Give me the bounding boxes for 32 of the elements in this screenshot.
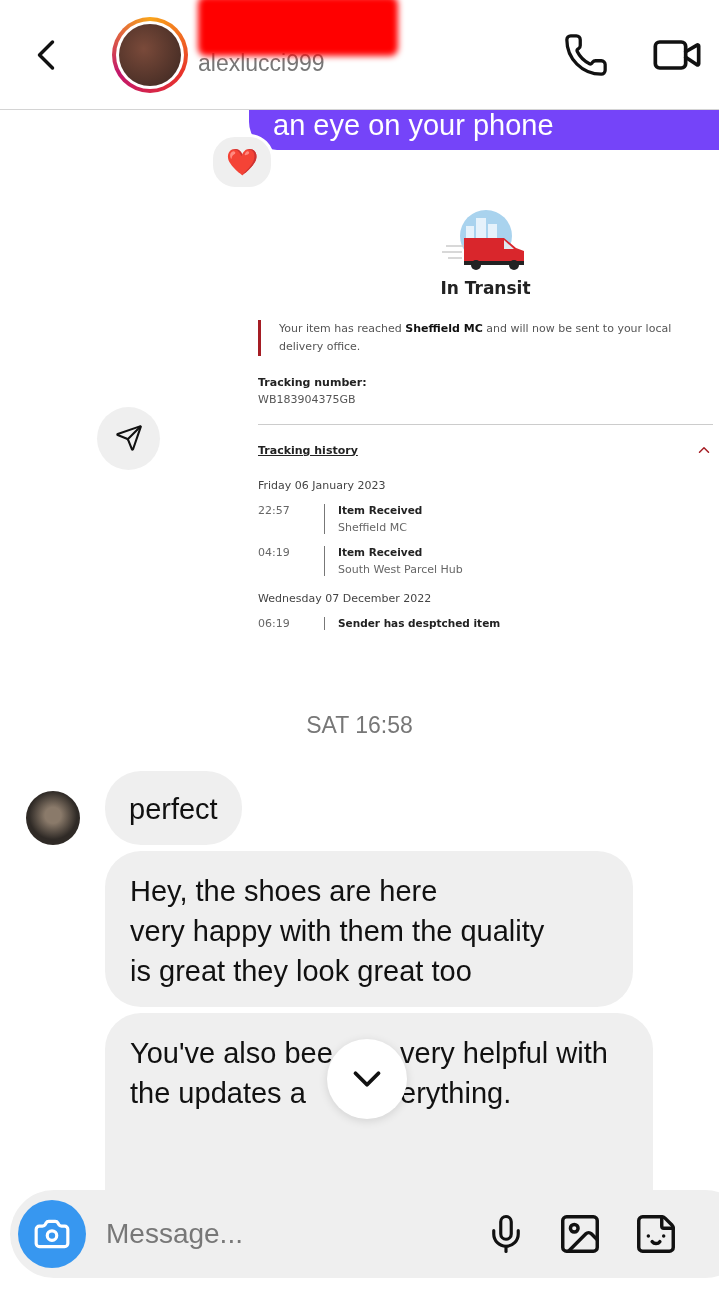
event-title: Item Received <box>338 504 424 516</box>
reaction-badge[interactable]: ❤ <box>210 134 274 190</box>
event-time: 22:57 <box>258 504 291 519</box>
history-date: Wednesday 07 December 2022 <box>258 592 433 605</box>
message-text: You've also bee <box>130 1036 334 1071</box>
status-message: Your item has reached Sheffield MC and will now be sent to your local delivery office. <box>279 321 673 355</box>
phone-icon[interactable] <box>563 31 609 78</box>
event-title: Sender has desptched item <box>338 617 502 629</box>
event-time: 06:19 <box>258 617 291 630</box>
message-text: very happy with them the quality <box>130 914 546 949</box>
message-text: Hey, the shoes are here <box>130 874 439 909</box>
message-bubble: an eye on your phone <box>249 110 719 150</box>
username[interactable]: alexlucci999 <box>198 50 563 77</box>
event-title: Item Received <box>338 546 424 558</box>
tracking-number: WB183904375GB <box>258 393 357 406</box>
sender-avatar[interactable] <box>26 791 80 845</box>
message-timestamp: SAT 16:58 <box>306 712 413 739</box>
event-location: Sheffield MC <box>338 521 408 534</box>
status-title: In Transit <box>440 278 531 298</box>
tracking-history-link[interactable]: Tracking history <box>258 443 358 457</box>
message-text: is great they look great too <box>130 954 473 989</box>
event-location: South West Parcel Hub <box>338 563 464 576</box>
camera-button[interactable] <box>18 1200 86 1268</box>
message-text: erything. <box>400 1076 513 1111</box>
message-text: perfect <box>129 792 218 827</box>
history-date: Friday 06 January 2023 <box>258 479 387 492</box>
message-input[interactable]: Message... <box>104 1217 485 1251</box>
message-text: very helpful with <box>400 1036 609 1071</box>
message-text: the updates a <box>130 1076 307 1111</box>
tracking-label: Tracking number: <box>258 376 368 389</box>
send-icon[interactable] <box>114 424 143 452</box>
event-time: 04:19 <box>258 546 291 561</box>
